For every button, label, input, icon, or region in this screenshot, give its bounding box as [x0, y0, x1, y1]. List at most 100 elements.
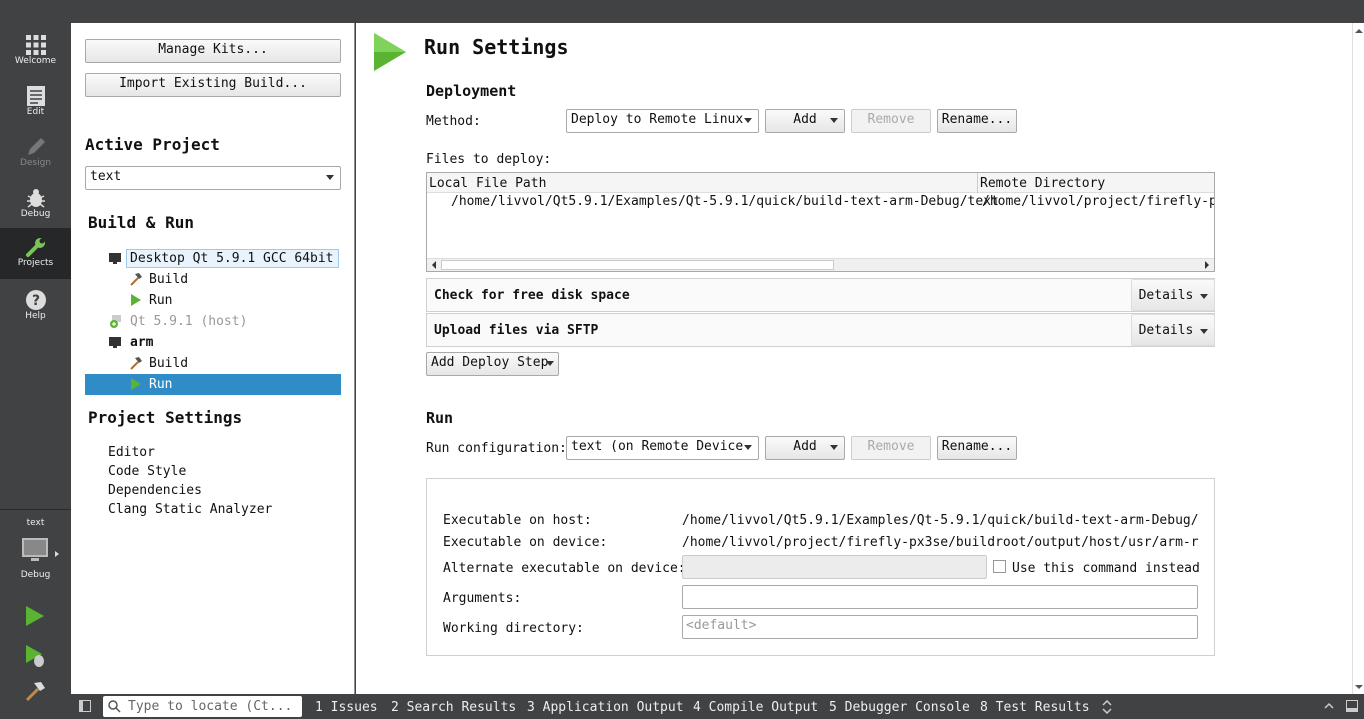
alt-exec-input[interactable] [682, 555, 987, 579]
chevron-down-icon [546, 361, 554, 366]
workdir-input[interactable]: <default> [682, 615, 1198, 639]
deploy-add-button[interactable]: Add [765, 109, 845, 133]
debug-run-button[interactable] [24, 644, 46, 672]
scroll-up-icon [1355, 29, 1363, 33]
alt-exec-label: Alternate executable on device: [443, 561, 686, 576]
deployment-title: Deployment [426, 82, 517, 100]
run-settings-icon [374, 33, 406, 71]
run-config-value: text (on Remote Device [571, 439, 744, 454]
exec-device-label: Executable on device: [443, 535, 608, 550]
manage-kits-button[interactable]: Manage Kits... [85, 39, 341, 63]
mode-help[interactable]: ? Help [0, 281, 71, 332]
hammer-icon [130, 357, 142, 370]
kit-selector-button[interactable] [21, 537, 61, 571]
active-project-combo[interactable]: text [85, 166, 341, 190]
output-pane-bar: Type to locate (Ct... 1 Issues 2 Search … [71, 694, 1364, 719]
run-icon [131, 378, 141, 390]
mode-debug-label: Debug [20, 209, 51, 219]
settings-editor[interactable]: Editor [108, 445, 155, 460]
deploy-step-disk-space: Check for free disk space Details [426, 278, 1215, 312]
kit-desktop-build-label: Build [149, 272, 189, 287]
tab-issues[interactable]: 1 Issues [315, 700, 378, 715]
deploy-method-combo[interactable]: Deploy to Remote Linux [566, 109, 759, 133]
debug-run-icon [26, 645, 44, 667]
hammer-icon [25, 682, 45, 702]
chevron-down-icon [1200, 294, 1208, 299]
bug-icon [0, 179, 71, 209]
wrench-icon [0, 228, 71, 258]
column-remote-dir[interactable]: Remote Directory [980, 176, 1105, 191]
locator-input[interactable]: Type to locate (Ct... [103, 696, 302, 717]
svg-text:?: ? [31, 293, 39, 309]
monitor-icon [109, 253, 121, 264]
build-button[interactable] [24, 680, 46, 706]
kit-arm-build-label: Build [149, 356, 189, 371]
horizontal-scrollbar[interactable] [427, 258, 1214, 271]
column-local-path[interactable]: Local File Path [429, 176, 546, 191]
run-title: Run [426, 409, 454, 427]
tab-compile-output[interactable]: 4 Compile Output [693, 700, 818, 715]
page-title: Run Settings [424, 35, 569, 59]
sftp-details-button[interactable]: Details [1131, 314, 1215, 346]
run-icon [131, 294, 141, 306]
scroll-right-icon [1205, 261, 1209, 269]
table-row[interactable]: /home/livvol/Qt5.9.1/Examples/Qt-5.9.1/q… [427, 193, 1214, 213]
mode-help-label: Help [25, 311, 46, 321]
tab-search-results[interactable]: 2 Search Results [391, 700, 516, 715]
run-add-button[interactable]: Add [765, 436, 845, 460]
settings-clang-analyzer[interactable]: Clang Static Analyzer [108, 502, 272, 517]
run-remove-button[interactable]: Remove [851, 436, 931, 460]
add-kit-icon [110, 315, 121, 328]
toggle-output-icon[interactable] [1346, 700, 1358, 712]
tab-test-results[interactable]: 8 Test Results [980, 700, 1090, 715]
run-config-panel: Executable on host: /home/livvol/Qt5.9.1… [426, 478, 1215, 656]
grid-icon [0, 26, 71, 56]
mode-edit-label: Edit [26, 107, 45, 117]
add-deploy-step-button[interactable]: Add Deploy Step [426, 352, 559, 376]
projects-sidebar: Manage Kits... Import Existing Build... … [71, 23, 355, 694]
run-rename-button[interactable]: Rename... [937, 436, 1017, 460]
import-build-button[interactable]: Import Existing Build... [85, 73, 341, 97]
pencil-icon [0, 128, 71, 158]
mode-projects[interactable]: Projects [0, 228, 71, 279]
kit-host-label: Qt 5.9.1 (host) [130, 314, 248, 329]
table-cell-remote: /home/livvol/project/firefly-px [982, 194, 1214, 209]
mode-debug[interactable]: Debug [0, 179, 71, 230]
disk-details-button[interactable]: Details [1131, 279, 1215, 311]
chevron-down-icon [830, 118, 838, 123]
run-settings-panel: Run Settings Deployment Method: Deploy t… [356, 23, 1352, 694]
files-to-deploy-label: Files to deploy: [426, 152, 552, 167]
kit-selector-label: text [26, 518, 45, 528]
document-icon [0, 77, 71, 107]
mode-edit[interactable]: Edit [0, 77, 71, 128]
settings-code-style[interactable]: Code Style [108, 464, 186, 479]
deploy-remove-button[interactable]: Remove [851, 109, 931, 133]
disk-details-label: Details [1138, 288, 1194, 303]
vertical-scrollbar[interactable] [1352, 23, 1364, 694]
deploy-rename-button[interactable]: Rename... [937, 109, 1017, 133]
tab-debugger-console[interactable]: 5 Debugger Console [829, 700, 970, 715]
chevron-down-icon [326, 175, 334, 180]
run-button[interactable] [24, 605, 46, 631]
arguments-input[interactable] [682, 585, 1198, 609]
chevron-down-icon [830, 445, 838, 450]
settings-dependencies[interactable]: Dependencies [108, 483, 202, 498]
scroll-down-icon [1355, 685, 1363, 689]
more-tabs-icon[interactable] [1102, 700, 1112, 714]
use-command-checkbox[interactable] [993, 560, 1006, 573]
mode-design[interactable]: Design [0, 128, 71, 179]
exec-host-label: Executable on host: [443, 513, 592, 528]
mode-welcome[interactable]: Welcome [0, 26, 71, 77]
kit-arm-run[interactable]: Run [85, 374, 341, 395]
kit-desktop-run-label: Run [149, 293, 173, 308]
mode-projects-label: Projects [17, 258, 54, 268]
run-add-label: Add [793, 439, 817, 454]
sftp-details-label: Details [1138, 323, 1194, 338]
toggle-sidebar-icon[interactable] [79, 700, 91, 712]
workdir-label: Working directory: [443, 621, 584, 636]
tab-application-output[interactable]: 3 Application Output [527, 700, 684, 715]
maximize-pane-icon[interactable] [1324, 702, 1334, 710]
mode-divider [0, 509, 71, 510]
run-config-combo[interactable]: text (on Remote Device [566, 436, 759, 460]
table-cell-local: /home/livvol/Qt5.9.1/Examples/Qt-5.9.1/q… [451, 194, 999, 209]
